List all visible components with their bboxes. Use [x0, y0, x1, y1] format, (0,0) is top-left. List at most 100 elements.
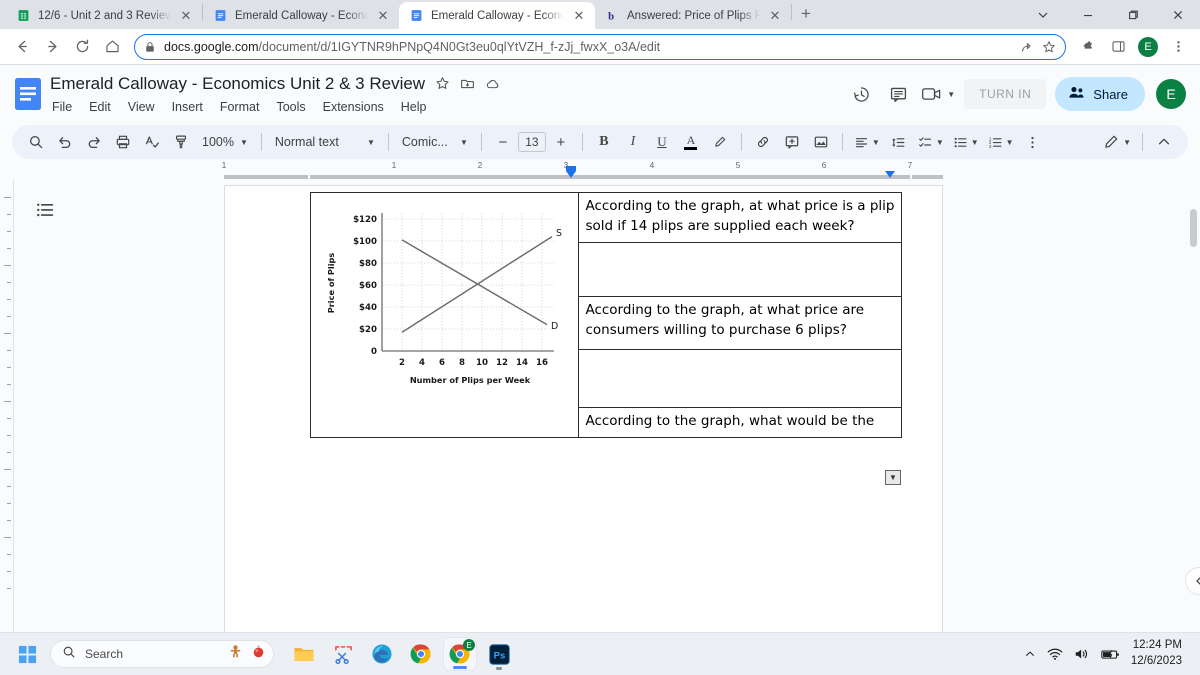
menu-view[interactable]: View — [126, 99, 157, 115]
checklist-icon[interactable]: ▼ — [914, 128, 948, 156]
menu-edit[interactable]: Edit — [87, 99, 113, 115]
paint-format-icon[interactable] — [167, 128, 195, 156]
address-bar[interactable]: docs.google.com/document/d/1IGYTNR9hPNpQ… — [134, 33, 1066, 60]
menu-file[interactable]: File — [50, 99, 74, 115]
add-comment-icon[interactable] — [778, 128, 806, 156]
turn-in-button[interactable]: TURN IN — [964, 79, 1047, 109]
redo-icon[interactable] — [80, 128, 108, 156]
profile-avatar[interactable]: E — [1134, 33, 1162, 61]
answer-cell-1[interactable] — [578, 242, 902, 297]
browser-tab-0[interactable]: 12/6 - Unit 2 and 3 Review ✕ — [6, 2, 202, 29]
search-input[interactable]: Search — [85, 647, 219, 661]
insert-image-icon[interactable] — [807, 128, 835, 156]
edge-icon[interactable] — [365, 637, 399, 671]
tab-close-icon-2[interactable]: ✕ — [571, 8, 587, 24]
back-icon[interactable] — [8, 33, 36, 61]
answer-cell-2[interactable] — [578, 349, 902, 408]
question-cell-2[interactable]: According to the graph, at what price ar… — [578, 296, 902, 350]
print-icon[interactable] — [109, 128, 137, 156]
comment-icon[interactable] — [884, 80, 912, 108]
maximize-icon[interactable] — [1110, 0, 1155, 29]
snipping-tool-icon[interactable] — [326, 637, 360, 671]
question-cell-3[interactable]: According to the graph, what would be th… — [578, 407, 902, 438]
font-size-input[interactable]: 13 — [517, 132, 546, 152]
increase-font-size-button[interactable]: + — [547, 128, 575, 156]
reload-icon[interactable] — [68, 33, 96, 61]
volume-icon[interactable] — [1074, 647, 1090, 661]
browser-tab-3[interactable]: b Answered: Price of Plips Price of ✕ — [595, 2, 791, 29]
zoom-selector[interactable]: 100% ▼ — [196, 128, 254, 156]
spellcheck-icon[interactable] — [138, 128, 166, 156]
menu-insert[interactable]: Insert — [170, 99, 205, 115]
questions-table-page1[interactable]: $120 $100 $80 $60 $40 $20 0 2 4 6 8 10 1… — [309, 192, 902, 438]
highlight-color-icon[interactable] — [706, 128, 734, 156]
document-title[interactable]: Emerald Calloway - Economics Unit 2 & 3 … — [50, 74, 425, 94]
docs-app-logo-icon[interactable] — [10, 72, 46, 116]
text-color-button[interactable]: A — [677, 128, 705, 156]
question-cell-1[interactable]: According to the graph, at what price is… — [578, 192, 902, 243]
chevron-down-icon[interactable]: ▼ — [947, 90, 955, 99]
side-panel-icon[interactable] — [1104, 33, 1132, 61]
right-indent-marker[interactable] — [885, 171, 895, 178]
more-options-icon[interactable] — [1019, 128, 1047, 156]
menu-format[interactable]: Format — [218, 99, 262, 115]
paragraph-style-selector[interactable]: Normal text ▼ — [269, 128, 381, 156]
numbered-list-icon[interactable]: 123 ▼ — [984, 128, 1018, 156]
chrome-icon[interactable] — [404, 637, 438, 671]
file-explorer-icon[interactable] — [287, 637, 321, 671]
show-hidden-icons[interactable] — [1024, 648, 1036, 660]
link-icon[interactable] — [749, 128, 777, 156]
bold-button[interactable]: B — [590, 128, 618, 156]
tab-close-icon-3[interactable]: ✕ — [767, 8, 783, 24]
dropdown-arrow-icon[interactable]: ▼ — [885, 470, 901, 485]
tab-close-icon-1[interactable]: ✕ — [375, 8, 391, 24]
document-page-1[interactable]: $120 $100 $80 $60 $40 $20 0 2 4 6 8 10 1… — [224, 185, 943, 633]
taskbar-clock[interactable]: 12:24 PM 12/6/2023 — [1131, 638, 1182, 669]
decrease-font-size-button[interactable]: − — [489, 128, 517, 156]
line-spacing-icon[interactable] — [885, 128, 913, 156]
undo-icon[interactable] — [51, 128, 79, 156]
search-icon[interactable] — [22, 128, 50, 156]
graph-cell[interactable]: $120 $100 $80 $60 $40 $20 0 2 4 6 8 10 1… — [309, 192, 580, 438]
align-icon[interactable]: ▼ — [850, 128, 884, 156]
left-indent-marker[interactable] — [566, 171, 576, 178]
chrome-menu-icon[interactable] — [1164, 33, 1192, 61]
meet-camera-icon[interactable]: ▼ — [921, 80, 955, 108]
vertical-scrollbar[interactable] — [1190, 209, 1197, 247]
docs-account-avatar[interactable]: E — [1156, 79, 1186, 109]
battery-icon[interactable] — [1101, 648, 1120, 661]
start-button-icon[interactable] — [10, 637, 44, 671]
editing-mode-icon[interactable]: ▼ — [1099, 128, 1135, 156]
new-tab-button[interactable]: + — [792, 0, 820, 28]
star-icon[interactable] — [435, 76, 450, 91]
menu-tools[interactable]: Tools — [274, 99, 307, 115]
home-icon[interactable] — [98, 33, 126, 61]
photoshop-icon[interactable]: Ps — [482, 637, 516, 671]
forward-icon[interactable] — [38, 33, 66, 61]
menu-extensions[interactable]: Extensions — [321, 99, 386, 115]
italic-button[interactable]: I — [619, 128, 647, 156]
browser-tab-2[interactable]: Emerald Calloway - Economics U ✕ — [399, 2, 595, 29]
taskbar-search-box[interactable]: Search — [50, 640, 274, 668]
minimize-icon[interactable] — [1065, 0, 1110, 29]
browser-tab-1[interactable]: Emerald Calloway - Economics U ✕ — [203, 2, 399, 29]
underline-button[interactable]: U — [648, 128, 676, 156]
wifi-icon[interactable] — [1047, 647, 1063, 661]
ruler-track[interactable]: 1 1 2 3 4 5 6 7 — [222, 161, 943, 179]
horizontal-ruler[interactable]: 1 1 2 3 4 5 6 7 — [0, 161, 1200, 179]
document-outline-icon[interactable] — [32, 197, 58, 223]
share-link-icon[interactable] — [1020, 40, 1034, 54]
table-row[interactable]: $120 $100 $80 $60 $40 $20 0 2 4 6 8 10 1… — [309, 192, 902, 438]
font-selector[interactable]: Comic... ▼ — [396, 128, 474, 156]
chevron-down-icon[interactable] — [1020, 0, 1065, 29]
extensions-icon[interactable] — [1074, 33, 1102, 61]
move-to-folder-icon[interactable] — [460, 76, 475, 91]
bookmark-star-icon[interactable] — [1042, 40, 1056, 54]
ornament-icon[interactable] — [252, 645, 265, 663]
cloud-saved-icon[interactable] — [485, 76, 501, 92]
document-canvas[interactable]: $120 $100 $80 $60 $40 $20 0 2 4 6 8 10 1… — [0, 179, 1200, 633]
collapse-panel-button[interactable] — [1185, 567, 1200, 595]
share-button[interactable]: Share — [1055, 77, 1145, 111]
chrome-active-icon[interactable]: E — [443, 637, 477, 671]
version-history-icon[interactable] — [847, 80, 875, 108]
